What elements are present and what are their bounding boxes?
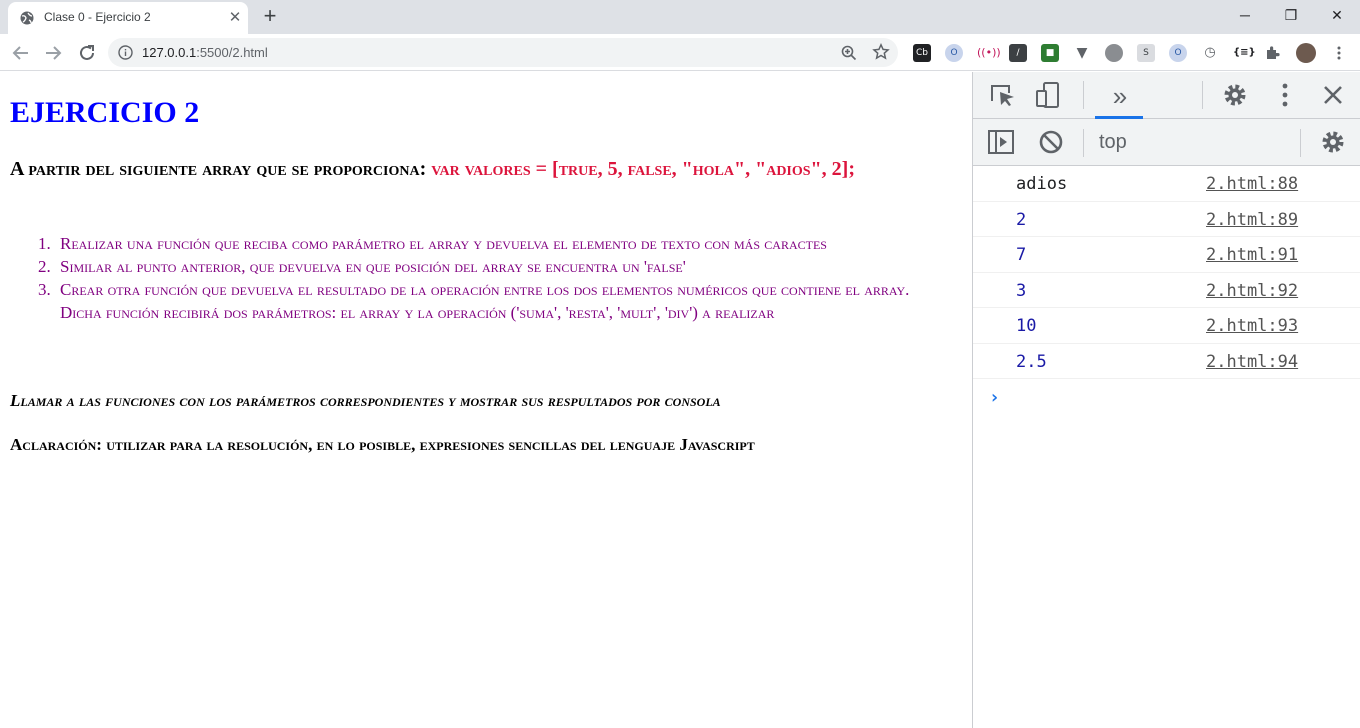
zoom-icon[interactable] — [840, 44, 858, 62]
log-value: 2.5 — [1016, 351, 1047, 372]
log-source-link[interactable]: 2.html:93 — [1206, 316, 1298, 336]
toolbar-divider — [1202, 81, 1203, 109]
log-value: 10 — [1016, 316, 1037, 336]
console-prompt-row[interactable]: › — [973, 379, 1360, 415]
list-item-extra: Dicha función recibirá dos parámetros: e… — [60, 303, 775, 322]
console-log-row: 2.5 2.html:94 — [973, 344, 1360, 379]
log-value: 3 — [1016, 280, 1027, 301]
console-settings-gear-icon[interactable] — [1318, 127, 1348, 157]
log-value: 2 — [1016, 209, 1027, 230]
log-value: 7 — [1016, 245, 1027, 265]
opera-extension-icon[interactable]: O — [945, 44, 963, 62]
list-item-number: 3. — [38, 280, 51, 299]
forward-icon[interactable] — [40, 40, 66, 66]
url-path: :5500/2.html — [196, 45, 268, 60]
browser-toolbar: 127.0.0.1:5500/2.html Cb O ((•)) / ■ ▼ S… — [0, 34, 1360, 71]
tab-close-icon[interactable]: ✕ — [226, 9, 244, 27]
list-item-number: 1. — [38, 234, 51, 253]
balloon-extension-icon[interactable] — [1105, 44, 1123, 62]
log-source-link[interactable]: 2.html:94 — [1206, 352, 1298, 372]
dropper-extension-icon[interactable]: / — [1009, 44, 1027, 62]
console-log-row: 2 2.html:89 — [973, 202, 1360, 237]
info-icon[interactable] — [118, 45, 133, 60]
console-log-row: 7 2.html:91 — [973, 237, 1360, 273]
close-window-button[interactable]: ✕ — [1314, 0, 1360, 30]
url-text[interactable]: 127.0.0.1:5500/2.html — [142, 45, 268, 60]
intro-paragraph: A partir del siguiente array que se prop… — [10, 156, 960, 183]
list-item: 1. Realizar una función que reciba como … — [10, 232, 965, 255]
devtools-panel: » top adios 2.html:88 2 2.html:89 7 2.ht… — [972, 72, 1360, 728]
new-tab-button[interactable]: + — [258, 5, 282, 29]
globe-icon — [20, 11, 34, 25]
list-item-text: Similar al punto anterior, que devuelva … — [60, 257, 686, 276]
console-toolbar: top — [973, 119, 1360, 166]
timer-extension-icon[interactable]: ◷ — [1201, 44, 1219, 62]
back-icon[interactable] — [8, 40, 34, 66]
clarify-note: Aclaración: utilizar para la resolución,… — [10, 435, 755, 454]
log-source-link[interactable]: 2.html:92 — [1206, 281, 1298, 301]
console-prompt-icon: › — [989, 387, 1000, 408]
opera-extension-icon-2[interactable]: O — [1169, 44, 1187, 62]
json-extension-icon[interactable]: {≡} — [1233, 44, 1256, 62]
toolbar-divider — [1300, 129, 1301, 157]
profile-avatar[interactable] — [1296, 43, 1316, 63]
evernote-extension-icon[interactable]: ■ — [1041, 44, 1059, 62]
intro-text: A partir del siguiente array que se prop… — [10, 158, 432, 180]
task-list: 1. Realizar una función que reciba como … — [10, 232, 965, 324]
list-item: 3. Crear otra función que devuelva el re… — [10, 278, 965, 324]
list-item: 2. Similar al punto anterior, que devuel… — [10, 255, 965, 278]
call-note: Llamar a las funciones con los parámetro… — [10, 391, 721, 410]
address-bar[interactable]: 127.0.0.1:5500/2.html — [108, 38, 898, 67]
s-extension-icon[interactable]: S — [1137, 44, 1155, 62]
console-log-row: 10 2.html:93 — [973, 308, 1360, 344]
page-title: EJERCICIO 2 — [10, 96, 200, 129]
bookmark-star-icon[interactable] — [872, 43, 890, 61]
list-item-text: Crear otra función que devuelva el resul… — [60, 280, 910, 299]
context-selector[interactable]: top — [1099, 131, 1127, 154]
vue-extension-icon[interactable]: ▼ — [1073, 44, 1091, 62]
list-item-number: 2. — [38, 257, 51, 276]
devtools-tabbar: » — [973, 72, 1360, 119]
console-log-row: 3 2.html:92 — [973, 273, 1360, 308]
menu-icon[interactable] — [1330, 44, 1348, 62]
console-log-row: adios 2.html:88 — [973, 166, 1360, 202]
more-tabs-button[interactable]: » — [1095, 78, 1145, 114]
close-devtools-icon[interactable] — [1318, 80, 1348, 110]
tab-title: Clase 0 - Ejercicio 2 — [44, 10, 151, 24]
log-source-link[interactable]: 2.html:91 — [1206, 245, 1298, 265]
log-source-link[interactable]: 2.html:88 — [1206, 174, 1298, 194]
list-item-text: Realizar una función que reciba como par… — [60, 234, 827, 253]
minimize-button[interactable]: ─ — [1222, 0, 1268, 30]
tab-strip: Clase 0 - Ejercicio 2 ✕ + ─ ❐ ✕ — [0, 0, 1360, 34]
reload-icon[interactable] — [74, 40, 100, 66]
restore-button[interactable]: ❐ — [1268, 0, 1314, 30]
settings-gear-icon[interactable] — [1220, 80, 1250, 110]
log-value: adios — [1016, 174, 1068, 194]
puzzle-icon[interactable] — [1264, 44, 1282, 62]
clear-console-icon[interactable] — [1036, 127, 1066, 157]
more-options-icon[interactable] — [1270, 80, 1300, 110]
intro-code: var valores = [true, 5, false, "hola", "… — [431, 158, 855, 180]
cb-extension-icon[interactable]: Cb — [913, 44, 931, 62]
sidebar-toggle-icon[interactable] — [986, 127, 1016, 157]
page-content: EJERCICIO 2 A partir del siguiente array… — [0, 72, 972, 728]
browser-tab[interactable]: Clase 0 - Ejercicio 2 ✕ — [8, 2, 248, 34]
log-source-link[interactable]: 2.html:89 — [1206, 210, 1298, 230]
url-host: 127.0.0.1 — [142, 45, 197, 60]
device-toolbar-icon[interactable] — [1033, 80, 1063, 110]
inspect-element-icon[interactable] — [987, 80, 1017, 110]
toolbar-divider — [1083, 129, 1084, 157]
toolbar-divider — [1083, 81, 1084, 109]
broadcast-extension-icon[interactable]: ((•)) — [977, 44, 1001, 62]
console-output: adios 2.html:88 2 2.html:89 7 2.html:91 … — [973, 166, 1360, 415]
